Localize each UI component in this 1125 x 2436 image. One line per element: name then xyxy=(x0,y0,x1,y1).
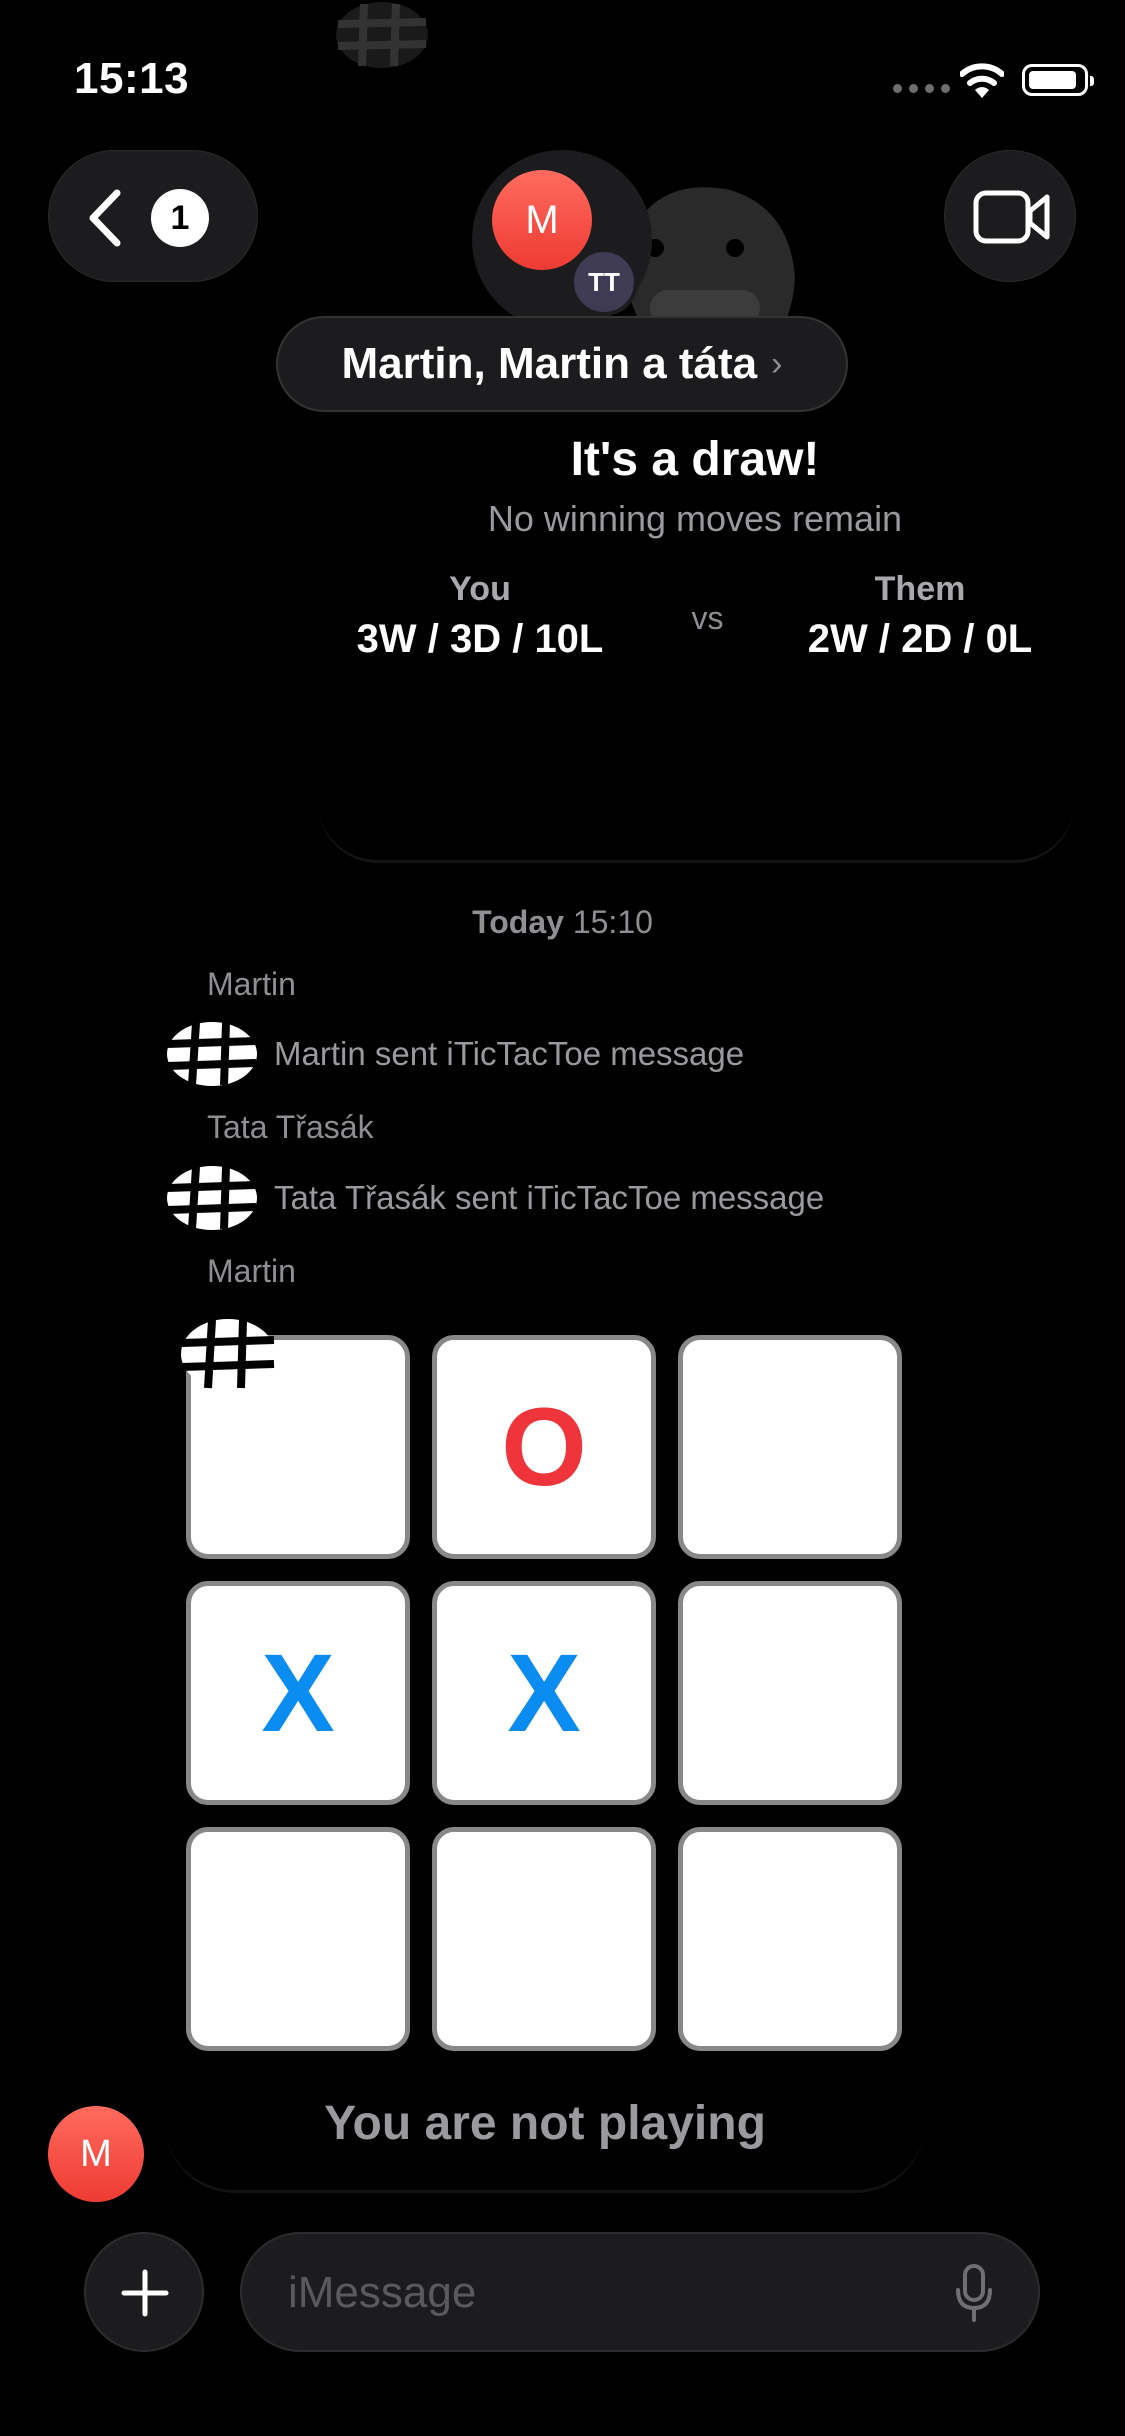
timestamp-time: 15:10 xyxy=(572,904,653,940)
sender-name: Tata Třasák xyxy=(207,1109,374,1145)
unread-count-badge: 1 xyxy=(151,189,209,247)
message-timestamp: Today 15:10 xyxy=(0,904,1125,941)
microphone-icon[interactable] xyxy=(954,2264,994,2324)
score-them: Them 2W / 2D / 0L xyxy=(760,570,1080,662)
system-message-text: Martin sent iTicTacToe message xyxy=(274,1035,745,1072)
sender-name: Martin xyxy=(207,1253,296,1289)
avatar[interactable]: M xyxy=(48,2106,144,2202)
avatar-tata: TT xyxy=(570,248,638,316)
message-input-placeholder: iMessage xyxy=(288,2268,477,2317)
conversation-title-button[interactable]: Martin, Martin a táta › xyxy=(276,316,848,412)
board-cell-6[interactable] xyxy=(678,1581,902,1805)
game-bubble-outline xyxy=(318,760,1074,863)
list-item[interactable]: Martin sent iTicTacToe message xyxy=(166,1021,744,1087)
tictactoe-icon xyxy=(167,1166,257,1230)
message-input[interactable]: iMessage xyxy=(240,2232,1040,2352)
battery-icon xyxy=(1022,64,1094,96)
board-cell-9[interactable] xyxy=(678,1827,902,2051)
add-attachment-button[interactable] xyxy=(84,2232,204,2352)
board-cell-3[interactable] xyxy=(678,1335,902,1559)
score-you-label: You xyxy=(449,570,511,608)
cellular-signal-icon xyxy=(893,84,950,93)
back-button[interactable]: 1 xyxy=(48,150,258,282)
group-avatar[interactable]: M TT xyxy=(472,150,652,330)
score-them-label: Them xyxy=(874,570,966,608)
game-status-text: You are not playing xyxy=(324,2097,766,2150)
board-cell-5[interactable]: X xyxy=(432,1581,656,1805)
game-result-subtitle: No winning moves remain xyxy=(487,498,903,539)
status-time: 15:13 xyxy=(74,54,190,103)
wifi-icon xyxy=(960,63,1004,98)
tictactoe-icon xyxy=(181,1319,275,1389)
board-cell-4[interactable]: X xyxy=(186,1581,410,1805)
tictactoe-icon xyxy=(167,1022,257,1086)
conversation-title: Martin, Martin a táta xyxy=(341,339,758,388)
system-message-text: Tata Třasák sent iTicTacToe message xyxy=(274,1179,825,1216)
sender-name: Martin xyxy=(207,966,296,1002)
score-them-value: 2W / 2D / 0L xyxy=(807,617,1033,661)
vs-label: vs xyxy=(691,600,724,636)
chevron-right-icon: › xyxy=(771,344,783,383)
score-you-value: 3W / 3D / 10L xyxy=(356,617,604,661)
game-result-title: It's a draw! xyxy=(570,433,820,486)
list-item[interactable]: Tata Třasák sent iTicTacToe message xyxy=(166,1165,824,1231)
board-cell-8[interactable] xyxy=(432,1827,656,2051)
score-you: You 3W / 3D / 10L xyxy=(320,570,640,662)
facetime-video-button[interactable] xyxy=(944,150,1076,282)
tictactoe-app-icon xyxy=(336,2,428,68)
video-camera-icon xyxy=(973,190,1050,244)
board-cell-2[interactable]: O xyxy=(432,1335,656,1559)
avatar-martin: M xyxy=(492,170,592,270)
plus-icon xyxy=(121,2269,169,2317)
chevron-left-icon xyxy=(89,189,121,247)
board-cell-7[interactable] xyxy=(186,1827,410,2051)
timestamp-day: Today xyxy=(472,904,564,940)
